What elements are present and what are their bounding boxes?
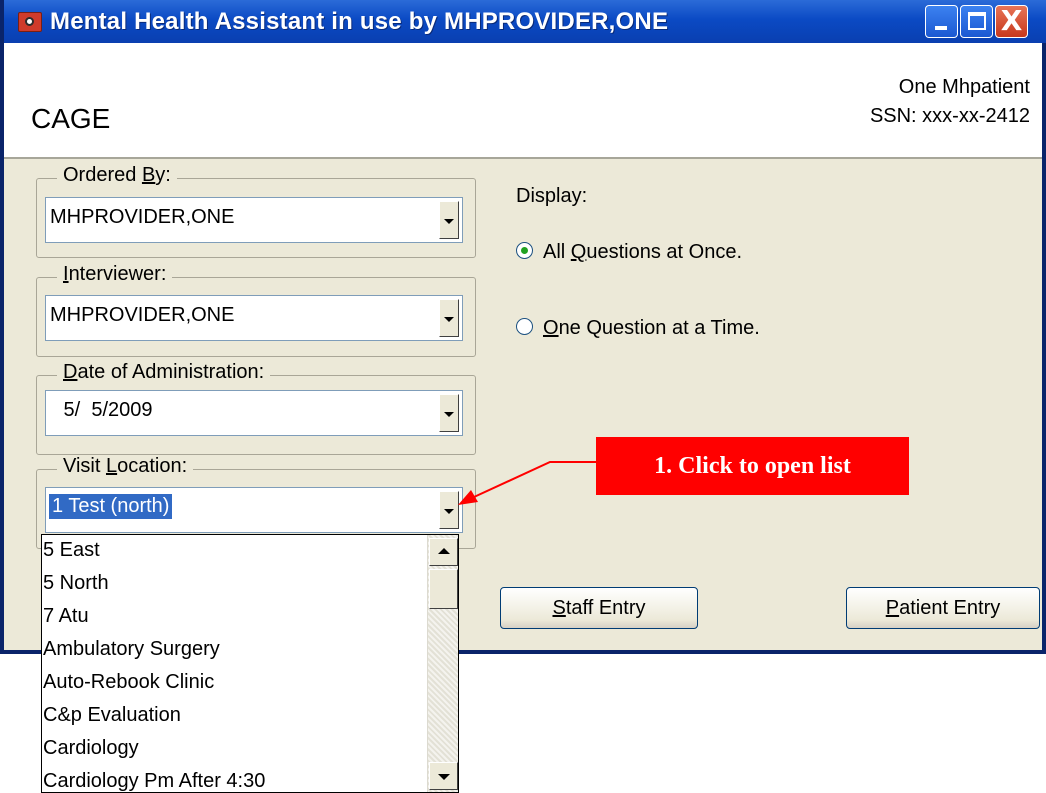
list-item[interactable]: Cardiology xyxy=(43,737,139,760)
list-item[interactable]: Ambulatory Surgery xyxy=(43,638,220,661)
radio-all-questions[interactable]: All Questions at Once. xyxy=(516,241,742,264)
minimize-button[interactable] xyxy=(925,5,958,38)
list-item[interactable]: 7 Atu xyxy=(43,605,89,628)
radio-checked-icon[interactable] xyxy=(516,242,533,259)
minimize-icon xyxy=(935,26,947,30)
maximize-icon xyxy=(968,12,986,30)
visit-location-value: 1 Test (north) xyxy=(49,494,173,519)
scroll-up-icon[interactable] xyxy=(429,538,458,566)
chevron-down-icon[interactable] xyxy=(439,394,459,432)
date-picker[interactable]: 5/ 5/2009 xyxy=(45,390,463,436)
close-button[interactable]: X xyxy=(995,4,1028,38)
visit-location-dropdown[interactable]: 5 East 5 North 7 Atu Ambulatory Surgery … xyxy=(41,534,459,793)
ordered-by-value: MHPROVIDER,ONE xyxy=(50,206,235,228)
radio-one-question[interactable]: One Question at a Time. xyxy=(516,317,760,340)
list-item[interactable]: Auto-Rebook Clinic xyxy=(43,671,214,694)
scroll-thumb[interactable] xyxy=(429,569,458,609)
interviewer-combo[interactable]: MHPROVIDER,ONE xyxy=(45,295,463,341)
chevron-down-icon[interactable] xyxy=(439,299,459,337)
list-item[interactable]: 5 East xyxy=(43,539,100,562)
visit-location-combo[interactable]: 1 Test (north) xyxy=(45,487,463,533)
date-label: Date of Administration: xyxy=(57,361,271,384)
radio-unchecked-icon[interactable] xyxy=(516,318,533,335)
patient-entry-button[interactable]: Patient Entry xyxy=(846,587,1040,629)
list-scrollbar[interactable] xyxy=(427,535,458,792)
maximize-button[interactable] xyxy=(960,5,993,38)
ordered-by-label: Ordered By: xyxy=(57,164,177,187)
list-item[interactable]: 5 North xyxy=(43,572,109,595)
ordered-by-combo[interactable]: MHPROVIDER,ONE xyxy=(45,197,463,243)
form-header: CAGE One Mhpatient SSN: xxx-xx-2412 xyxy=(4,43,1042,159)
list-item[interactable]: C&p Evaluation xyxy=(43,704,181,727)
interviewer-label: Interviewer: xyxy=(57,263,173,286)
display-label: Display: xyxy=(516,185,588,207)
window-title: Mental Health Assistant in use by MHPROV… xyxy=(50,8,669,35)
chevron-down-icon[interactable] xyxy=(439,201,459,239)
visit-location-label: Visit Location: xyxy=(57,455,194,478)
scroll-down-icon[interactable] xyxy=(429,762,458,790)
chevron-down-icon[interactable] xyxy=(439,491,459,529)
title-bar[interactable]: Mental Health Assistant in use by MHPROV… xyxy=(4,0,1046,43)
patient-name: One Mhpatient xyxy=(898,76,1030,98)
callout-box: 1. Click to open list xyxy=(596,437,909,495)
date-value: 5/ 5/2009 xyxy=(58,399,153,421)
list-item[interactable]: Cardiology Pm After 4:30 xyxy=(43,770,265,792)
form-title: CAGE xyxy=(31,103,111,134)
staff-entry-button[interactable]: Staff Entry xyxy=(500,587,698,629)
close-icon: X xyxy=(1000,4,1023,37)
interviewer-value: MHPROVIDER,ONE xyxy=(50,304,235,326)
patient-ssn: SSN: xxx-xx-2412 xyxy=(869,105,1030,127)
mha-app-icon[interactable] xyxy=(18,12,42,32)
